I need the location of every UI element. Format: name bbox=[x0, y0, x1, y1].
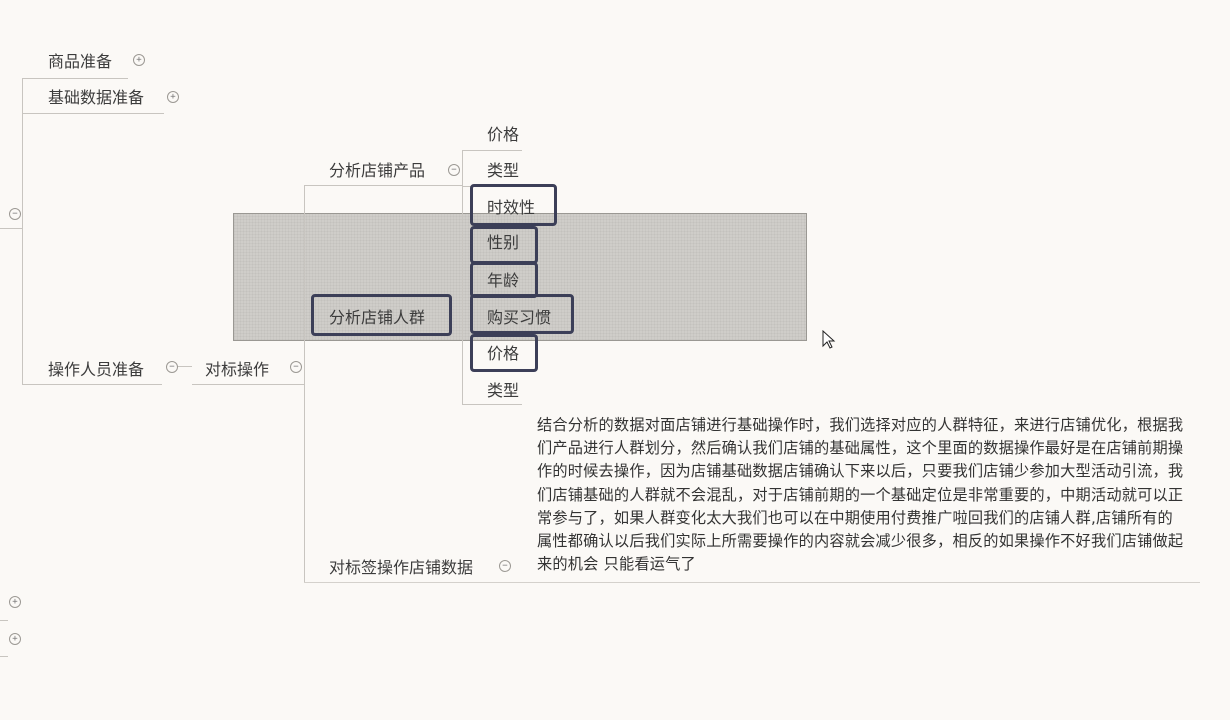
highlight-box-timeliness bbox=[470, 184, 557, 226]
node-goods-prep[interactable]: 商品准备 bbox=[48, 52, 112, 72]
crowd-children-spine bbox=[462, 230, 463, 404]
node-operator-prep[interactable]: 操作人员准备 bbox=[48, 360, 144, 380]
node-analyze-product[interactable]: 分析店铺产品 bbox=[329, 161, 425, 181]
highlight-box-price-2 bbox=[470, 334, 538, 372]
base-data-prep-toggle-icon[interactable]: + bbox=[167, 91, 179, 103]
root-toggle-icon[interactable]: − bbox=[9, 208, 21, 220]
note-paragraph: 结合分析的数据对面店铺进行基础操作时，我们选择对应的人群特征，来进行店铺优化，根… bbox=[537, 416, 1184, 574]
goods-prep-toggle-icon[interactable]: + bbox=[133, 54, 145, 66]
underline-analyze-product bbox=[304, 185, 462, 186]
underline-operator-prep bbox=[22, 384, 162, 385]
highlight-box-analyze-crowd bbox=[311, 294, 452, 336]
highlight-box-age bbox=[470, 262, 538, 298]
connector-left-root bbox=[0, 228, 22, 229]
highlight-box-buying-habit bbox=[470, 294, 574, 334]
analyze-product-toggle-icon[interactable]: − bbox=[448, 164, 460, 176]
node-base-data-prep[interactable]: 基础数据准备 bbox=[48, 88, 144, 108]
underline-goods-prep bbox=[22, 78, 128, 79]
benchmark-spine bbox=[304, 185, 305, 582]
underline-benchmark-data bbox=[304, 582, 1200, 583]
underline-base-data-prep bbox=[22, 113, 164, 114]
highlight-box-gender bbox=[470, 226, 538, 264]
left-spine bbox=[22, 78, 23, 384]
node-type-1[interactable]: 类型 bbox=[487, 161, 519, 181]
underline-benchmark-op bbox=[192, 384, 304, 385]
mouse-pointer-icon bbox=[822, 330, 836, 349]
operator-prep-toggle-icon[interactable]: − bbox=[166, 361, 178, 373]
node-benchmark-op[interactable]: 对标操作 bbox=[205, 360, 269, 380]
benchmark-op-toggle-icon[interactable]: − bbox=[290, 361, 302, 373]
node-benchmark-data[interactable]: 对标签操作店铺数据 bbox=[329, 558, 473, 578]
bottom-toggle-1-icon[interactable]: + bbox=[9, 596, 21, 608]
bottom-stub-2 bbox=[0, 656, 8, 657]
node-price-1[interactable]: 价格 bbox=[487, 125, 519, 145]
bottom-stub-1 bbox=[0, 620, 8, 621]
benchmark-data-toggle-icon[interactable]: − bbox=[499, 560, 511, 572]
underline-type-2 bbox=[462, 404, 522, 405]
underline-price-1 bbox=[462, 150, 522, 151]
node-type-2[interactable]: 类型 bbox=[487, 381, 519, 401]
bottom-toggle-2-icon[interactable]: + bbox=[9, 633, 21, 645]
connector-operator-benchmark bbox=[178, 366, 192, 367]
